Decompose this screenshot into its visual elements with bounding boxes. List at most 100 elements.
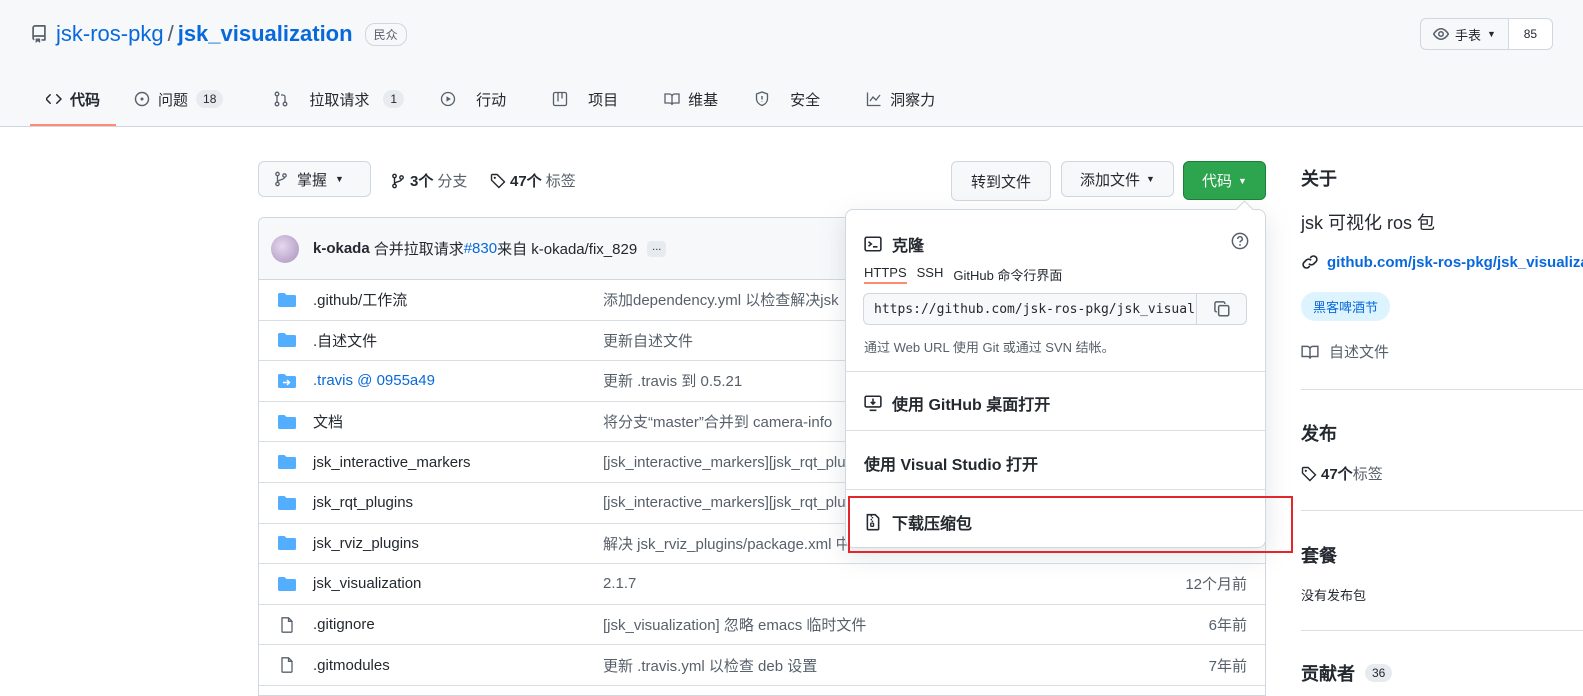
copy-icon xyxy=(1213,301,1229,317)
topic-tag[interactable]: 黑客啤酒节 xyxy=(1301,292,1391,321)
open-desktop-label: 使用 GitHub 桌面打开 xyxy=(892,397,1051,414)
file-name-link[interactable]: jsk_visualization xyxy=(313,575,421,592)
tags-link[interactable]: 47个 标签 xyxy=(490,170,576,191)
releases-heading[interactable]: 发布 xyxy=(1301,420,1337,446)
file-name-link[interactable]: jsk_rviz_plugins xyxy=(313,535,419,552)
add-file-button[interactable]: 添加文件 ▼ xyxy=(1061,161,1174,197)
commit-pr-link[interactable]: #830 xyxy=(464,240,497,257)
commit-message-link[interactable]: 更新自述文件 xyxy=(603,330,693,351)
commit-message-link[interactable]: 添加dependency.yml 以检查解决jsk xyxy=(603,289,839,310)
branch-name: 掌握 xyxy=(297,171,328,189)
tab-github-cli[interactable]: GitHub 命令行界面 xyxy=(953,265,1062,284)
open-visual-studio-item[interactable]: 使用 Visual Studio 打开 xyxy=(864,451,1038,475)
tab-issues[interactable]: 问题 18 xyxy=(118,78,239,126)
tag-icon xyxy=(1301,466,1317,481)
tab-actions-label: 行动 xyxy=(476,91,507,109)
book-icon xyxy=(664,93,680,106)
chevron-down-icon: ▼ xyxy=(335,174,344,184)
code-icon xyxy=(46,94,62,104)
table-icon xyxy=(552,91,568,107)
tab-actions[interactable]: 行动 xyxy=(424,78,522,126)
commit-author[interactable]: k-okada xyxy=(313,240,370,257)
repo-nav: 代码 问题 18 拉取请求 1 行动 项目 维基 安全 洞察力 xyxy=(30,78,951,126)
repo-owner-link[interactable]: jsk-ros-pkg xyxy=(56,21,164,47)
folder-icon xyxy=(278,495,296,510)
watch-button[interactable]: 手表 ▼ xyxy=(1420,18,1509,50)
file-name-link[interactable]: jsk_interactive_markers xyxy=(313,454,471,471)
terminal-icon xyxy=(864,236,882,252)
tab-pull-requests[interactable]: 拉取请求 1 xyxy=(257,78,420,126)
visibility-badge: 民众 xyxy=(364,22,407,46)
tab-projects-label: 项目 xyxy=(588,91,619,109)
commit-message-link[interactable]: 更新 .travis 到 0.5.21 xyxy=(603,370,742,391)
commit-message-link[interactable]: 2.1.7 xyxy=(603,575,636,592)
tab-code[interactable]: 代码 xyxy=(30,78,117,126)
tab-insights[interactable]: 洞察力 xyxy=(850,78,951,126)
sidebar-tags-link[interactable]: 47个标签 xyxy=(1301,463,1383,484)
file-name-link[interactable]: .github/工作流 xyxy=(313,289,407,310)
folder-icon xyxy=(278,292,296,307)
file-name-link[interactable]: .travis @ 0955a49 xyxy=(313,372,435,389)
sidebar-tags-count: 47个 xyxy=(1321,466,1353,483)
contributors-label: 贡献者 xyxy=(1301,664,1355,684)
commit-message-link[interactable]: 将分支“master”合并到 camera-info xyxy=(603,411,832,432)
file-name-link[interactable]: .自述文件 xyxy=(313,330,377,351)
commit-message-link[interactable]: [jsk_interactive_markers][jsk_rqt_plu xyxy=(603,494,846,511)
tab-code-label: 代码 xyxy=(70,91,101,109)
clone-url-input[interactable]: https://github.com/jsk-ros-pkg/jsk_visua… xyxy=(863,293,1197,325)
tab-projects[interactable]: 项目 xyxy=(536,78,634,126)
tab-ssh[interactable]: SSH xyxy=(917,265,944,284)
branch-select-button[interactable]: 掌握 ▼ xyxy=(258,161,371,197)
commit-time: 6年前 xyxy=(1208,617,1247,635)
avatar[interactable] xyxy=(271,234,299,263)
tab-https[interactable]: HTTPS xyxy=(864,265,907,284)
commit-expand-button[interactable]: ... xyxy=(647,240,667,257)
repo-separator: / xyxy=(167,21,174,46)
copy-url-button[interactable] xyxy=(1197,293,1247,325)
file-name-link[interactable]: .gitmodules xyxy=(313,657,390,674)
commit-message-link[interactable]: [jsk_visualization] 忽略 emacs 临时文件 xyxy=(603,614,866,635)
folder-icon xyxy=(278,455,296,470)
clone-url-row: https://github.com/jsk-ros-pkg/jsk_visua… xyxy=(863,293,1247,325)
branches-link[interactable]: 3个 分支 xyxy=(390,170,467,191)
clone-tabs: HTTPS SSH GitHub 命令行界面 xyxy=(864,265,1062,284)
commit-time: 12个月前 xyxy=(1185,576,1247,594)
homepage-link[interactable]: github.com/jsk-ros-pkg/jsk_visualization xyxy=(1301,253,1583,271)
open-desktop-item[interactable]: 使用 GitHub 桌面打开 xyxy=(864,391,1050,415)
repo-icon xyxy=(32,25,46,43)
book-icon xyxy=(1301,345,1319,359)
readme-link[interactable]: 自述文件 xyxy=(1301,341,1389,362)
repo-name-link[interactable]: jsk_visualization xyxy=(178,21,353,47)
tab-security-label: 安全 xyxy=(790,91,821,109)
table-row[interactable]: jsk_visualization 2.1.7 12个月前 xyxy=(259,564,1265,605)
go-to-file-button[interactable]: 转到文件 xyxy=(951,161,1051,201)
tag-label: 标签 xyxy=(545,173,576,190)
file-name-link[interactable]: 文档 xyxy=(313,411,343,432)
file-name-link[interactable]: jsk_rqt_plugins xyxy=(313,494,413,511)
commit-message-link[interactable]: 更新 .travis.yml 以检查 deb 设置 xyxy=(603,655,817,676)
sidebar-divider xyxy=(1301,510,1583,511)
contributors-heading[interactable]: 贡献者 36 xyxy=(1301,660,1393,686)
chevron-down-icon: ▼ xyxy=(1238,175,1247,186)
commit-msg-suffix: 来自 k-okada/fix_829 xyxy=(497,241,638,258)
table-row[interactable]: .gitmodules 更新 .travis.yml 以检查 deb 设置 7年前 xyxy=(259,645,1265,686)
repo-header: jsk-ros-pkg / jsk_visualization 民众 手表 ▼ … xyxy=(0,0,1583,127)
question-icon[interactable] xyxy=(1231,232,1249,250)
tab-issues-label: 问题 xyxy=(158,91,189,109)
tab-security[interactable]: 安全 xyxy=(738,78,836,126)
branch-count: 3个 xyxy=(410,173,434,190)
tab-wiki-label: 维基 xyxy=(688,91,719,109)
file-name-link[interactable]: .gitignore xyxy=(313,616,375,633)
folder-icon xyxy=(278,333,296,348)
readme-label: 自述文件 xyxy=(1329,344,1390,361)
watch-count[interactable]: 85 xyxy=(1508,18,1553,50)
sidebar-divider xyxy=(1301,389,1583,390)
folder-icon xyxy=(278,414,296,429)
tab-wiki[interactable]: 维基 xyxy=(648,78,734,126)
commit-message-link[interactable]: [jsk_interactive_markers][jsk_rqt_plu xyxy=(603,454,846,471)
packages-heading[interactable]: 套餐 xyxy=(1301,542,1337,568)
table-row[interactable]: .gitignore [jsk_visualization] 忽略 emacs 临… xyxy=(259,605,1265,646)
contributors-count: 36 xyxy=(1365,664,1393,682)
code-button[interactable]: 代码 ▼ xyxy=(1183,161,1266,200)
commit-message-link[interactable]: 解决 jsk_rviz_plugins/package.xml 中 xyxy=(603,533,851,554)
